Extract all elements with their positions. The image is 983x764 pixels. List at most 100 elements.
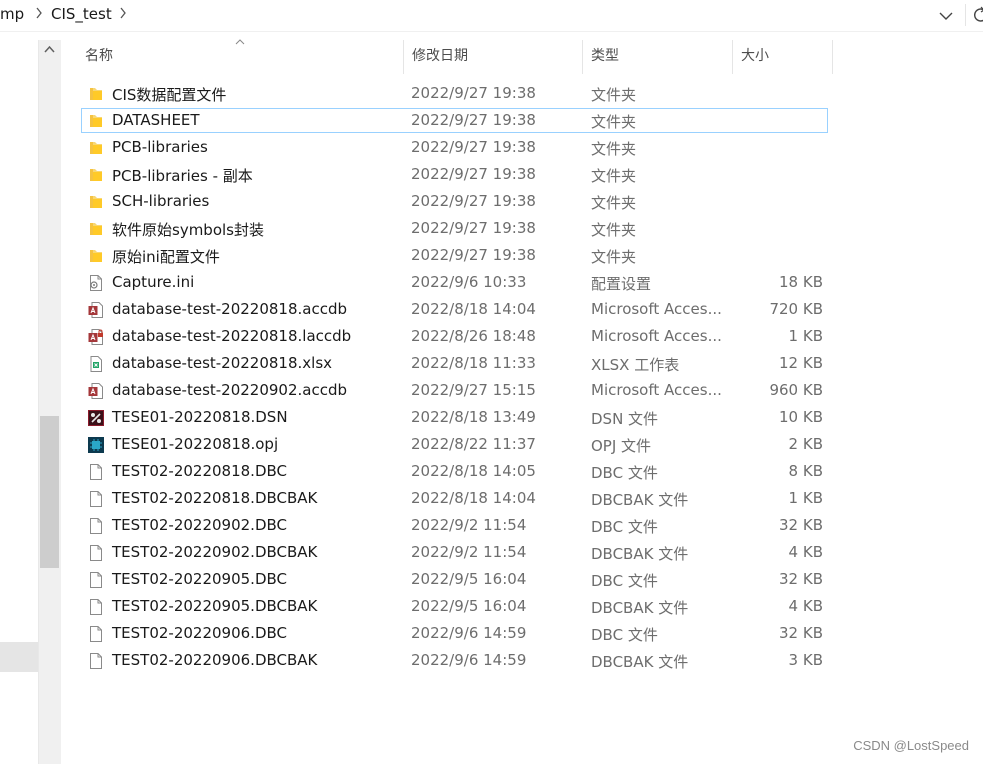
- navigation-pane[interactable]: [0, 32, 40, 764]
- file-size: 1 KB: [788, 327, 823, 345]
- file-date: 2022/9/5 16:04: [411, 570, 527, 588]
- file-row[interactable]: TEST02-20220906.DBC 2022/9/6 14:59 DBC 文件 3…: [81, 621, 828, 646]
- blank-file-icon: [87, 544, 105, 562]
- file-row[interactable]: 软件原始symbols封装 2022/9/27 19:38 文件夹: [81, 216, 828, 241]
- file-type: DBCBAK 文件: [591, 545, 689, 563]
- file-date: 2022/8/18 13:49: [411, 408, 536, 426]
- file-row[interactable]: TEST02-20220818.DBCBAK 2022/8/18 14:04 DBC…: [81, 486, 828, 511]
- file-row[interactable]: TEST02-20220905.DBCBAK 2022/9/5 16:04 DBCB…: [81, 594, 828, 619]
- file-size: 8 KB: [788, 462, 823, 480]
- ini-file-icon: [87, 274, 105, 292]
- file-row[interactable]: database-test-20220818.xlsx 2022/8/18 11:…: [81, 351, 828, 376]
- xlsx-file-icon: [87, 355, 105, 373]
- breadcrumb-segment[interactable]: mp: [0, 5, 24, 23]
- refresh-icon[interactable]: [972, 4, 983, 26]
- chevron-right-icon[interactable]: [35, 6, 43, 20]
- file-date: 2022/8/22 11:37: [411, 435, 536, 453]
- file-size: 10 KB: [779, 408, 823, 426]
- file-row[interactable]: TEST02-20220902.DBCBAK 2022/9/2 11:54 DBCB…: [81, 540, 828, 565]
- blank-file-icon: [87, 490, 105, 508]
- file-date: 2022/9/27 19:38: [411, 165, 536, 183]
- column-headers: 名称 修改日期 类型 大小: [61, 40, 983, 74]
- file-row[interactable]: database-test-20220818.accdb 2022/8/18 14…: [81, 297, 828, 322]
- folder-icon: [87, 85, 105, 103]
- blank-file-icon: [87, 598, 105, 616]
- chevron-right-icon[interactable]: [119, 6, 127, 20]
- address-divider: [965, 4, 966, 26]
- file-name: TESE01-20220818.DSN: [112, 408, 288, 426]
- file-row[interactable]: TEST02-20220818.DBC 2022/8/18 14:05 DBC 文件…: [81, 459, 828, 484]
- file-name: 原始ini配置文件: [112, 248, 220, 266]
- file-date: 2022/8/18 14:04: [411, 489, 536, 507]
- folder-icon: [87, 139, 105, 157]
- file-date: 2022/9/6 10:33: [411, 273, 527, 291]
- file-type: Microsoft Acces...: [591, 300, 722, 318]
- file-size: 32 KB: [779, 570, 823, 588]
- address-bar[interactable]: mp CIS_test: [0, 0, 983, 32]
- file-row[interactable]: TEST02-20220905.DBC 2022/9/5 16:04 DBC 文件 3…: [81, 567, 828, 592]
- file-name: 软件原始symbols封装: [112, 221, 264, 239]
- file-row[interactable]: TESE01-20220818.opj 2022/8/22 11:37 OPJ 文件…: [81, 432, 828, 457]
- file-type: 配置设置: [591, 275, 652, 293]
- file-name: CIS数据配置文件: [112, 86, 227, 104]
- file-name: PCB-libraries: [112, 138, 208, 156]
- file-row[interactable]: CIS数据配置文件 2022/9/27 19:38 文件夹: [81, 81, 828, 106]
- file-date: 2022/8/18 14:04: [411, 300, 536, 318]
- file-type: DBC 文件: [591, 626, 658, 644]
- file-row[interactable]: DATASHEET 2022/9/27 19:38 文件夹: [81, 108, 828, 133]
- file-type: DBCBAK 文件: [591, 599, 689, 617]
- blank-file-icon: [87, 463, 105, 481]
- file-row[interactable]: PCB-libraries - 副本 2022/9/27 19:38 文件夹: [81, 162, 828, 187]
- file-type: OPJ 文件: [591, 437, 652, 455]
- file-row[interactable]: database-test-20220818.laccdb 2022/8/26 1…: [81, 324, 828, 349]
- file-type: DBC 文件: [591, 464, 658, 482]
- column-header-size[interactable]: 大小: [733, 40, 833, 74]
- file-date: 2022/9/27 19:38: [411, 192, 536, 210]
- file-row[interactable]: Capture.ini 2022/9/6 10:33 配置设置 18 KB: [81, 270, 828, 295]
- file-type: DBC 文件: [591, 572, 658, 590]
- file-date: 2022/8/18 14:05: [411, 462, 536, 480]
- breadcrumb-segment[interactable]: CIS_test: [51, 5, 112, 23]
- file-row[interactable]: TESE01-20220818.DSN 2022/8/18 13:49 DSN 文件…: [81, 405, 828, 430]
- file-size: 2 KB: [788, 435, 823, 453]
- file-name: TEST02-20220906.DBC: [112, 624, 287, 642]
- scrollbar-thumb[interactable]: [40, 416, 59, 568]
- file-row[interactable]: SCH-libraries 2022/9/27 19:38 文件夹: [81, 189, 828, 214]
- file-date: 2022/9/5 16:04: [411, 597, 527, 615]
- file-type: 文件夹: [591, 86, 637, 104]
- column-header-name[interactable]: 名称: [77, 40, 404, 74]
- file-row[interactable]: database-test-20220902.accdb 2022/9/27 15…: [81, 378, 828, 403]
- file-type: 文件夹: [591, 167, 637, 185]
- file-name: TESE01-20220818.opj: [112, 435, 279, 453]
- file-date: 2022/9/27 19:38: [411, 84, 536, 102]
- file-name: Capture.ini: [112, 273, 195, 291]
- blank-file-icon: [87, 625, 105, 643]
- file-name: TEST02-20220906.DBCBAK: [112, 651, 318, 669]
- file-size: 18 KB: [779, 273, 823, 291]
- file-name: PCB-libraries - 副本: [112, 167, 253, 185]
- chevron-down-icon[interactable]: [936, 6, 956, 26]
- scroll-up-icon[interactable]: [43, 43, 56, 56]
- blank-file-icon: [87, 652, 105, 670]
- blank-file-icon: [87, 517, 105, 535]
- column-header-date[interactable]: 修改日期: [404, 40, 583, 74]
- opj-file-icon: [87, 436, 105, 454]
- blank-file-icon: [87, 571, 105, 589]
- file-row[interactable]: TEST02-20220906.DBCBAK 2022/9/6 14:59 DBCB…: [81, 648, 828, 673]
- file-row[interactable]: 原始ini配置文件 2022/9/27 19:38 文件夹: [81, 243, 828, 268]
- folder-icon: [87, 112, 105, 130]
- column-header-type[interactable]: 类型: [583, 40, 733, 74]
- file-name: database-test-20220818.accdb: [112, 300, 348, 318]
- navigation-scrollbar[interactable]: [38, 40, 60, 764]
- file-size: 32 KB: [779, 624, 823, 642]
- file-type: Microsoft Acces...: [591, 327, 722, 345]
- file-type: XLSX 工作表: [591, 356, 680, 374]
- file-size: 4 KB: [788, 543, 823, 561]
- file-row[interactable]: TEST02-20220902.DBC 2022/9/2 11:54 DBC 文件 3…: [81, 513, 828, 538]
- pane-divider: [60, 40, 61, 764]
- file-name: TEST02-20220902.DBC: [112, 516, 287, 534]
- file-row[interactable]: PCB-libraries 2022/9/27 19:38 文件夹: [81, 135, 828, 160]
- folder-icon: [87, 193, 105, 211]
- file-date: 2022/9/6 14:59: [411, 624, 527, 642]
- nav-selected-item[interactable]: [0, 642, 38, 672]
